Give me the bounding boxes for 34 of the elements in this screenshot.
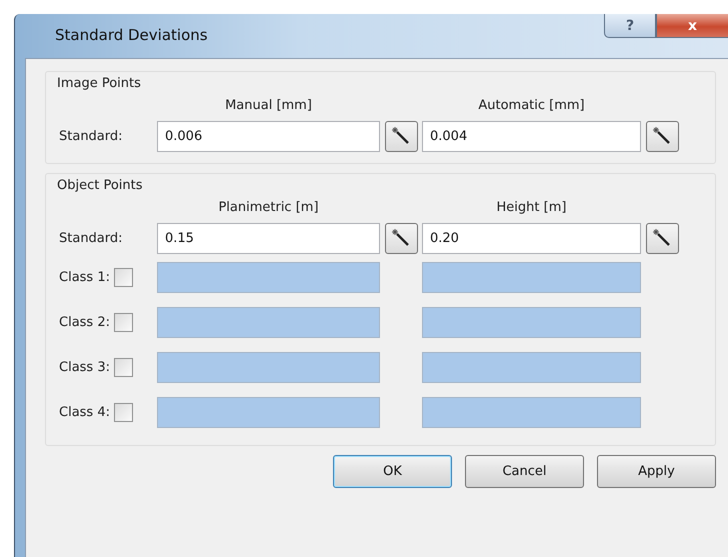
magic-wand-button[interactable] [646, 120, 678, 152]
window-title: Standard Deviations [55, 26, 208, 44]
checkbox[interactable] [114, 313, 133, 332]
magic-wand-icon [652, 126, 672, 146]
input-field[interactable]: 0.006 [157, 120, 380, 152]
field-label: Class 2: [59, 315, 110, 330]
magic-wand-icon [391, 126, 411, 146]
field-label: Standard: [59, 230, 124, 246]
help-button[interactable]: ? [604, 14, 656, 38]
magic-wand-icon [652, 228, 672, 248]
field-label: Standard: [59, 128, 124, 144]
group-title: Image Points [57, 76, 141, 91]
checkbox[interactable] [114, 268, 133, 287]
checkbox[interactable] [114, 358, 133, 377]
dialog-button[interactable]: OK [333, 455, 452, 488]
field-label: Class 1: [59, 270, 110, 285]
field-label: Class 4: [59, 405, 110, 420]
input-field[interactable]: 0.004 [422, 120, 641, 152]
magic-wand-button[interactable] [384, 222, 418, 254]
field-label: Class 3: [59, 360, 110, 375]
input-field[interactable]: 0.20 [422, 222, 641, 254]
close-button[interactable]: x [656, 14, 728, 38]
magic-wand-icon [391, 228, 411, 248]
column-heading: Manual [mm] [224, 98, 313, 112]
magic-wand-button[interactable] [646, 222, 678, 254]
dialog-button[interactable]: Apply [597, 455, 716, 488]
column-heading: Automatic [mm] [477, 98, 586, 112]
group-title: Object Points [57, 178, 143, 193]
dialog-button[interactable]: Cancel [465, 455, 584, 488]
magic-wand-button[interactable] [384, 120, 418, 152]
column-heading: Planimetric [m] [217, 200, 320, 214]
input-field[interactable]: 0.15 [157, 222, 380, 254]
column-heading: Height [m] [496, 200, 568, 214]
checkbox[interactable] [114, 403, 133, 422]
